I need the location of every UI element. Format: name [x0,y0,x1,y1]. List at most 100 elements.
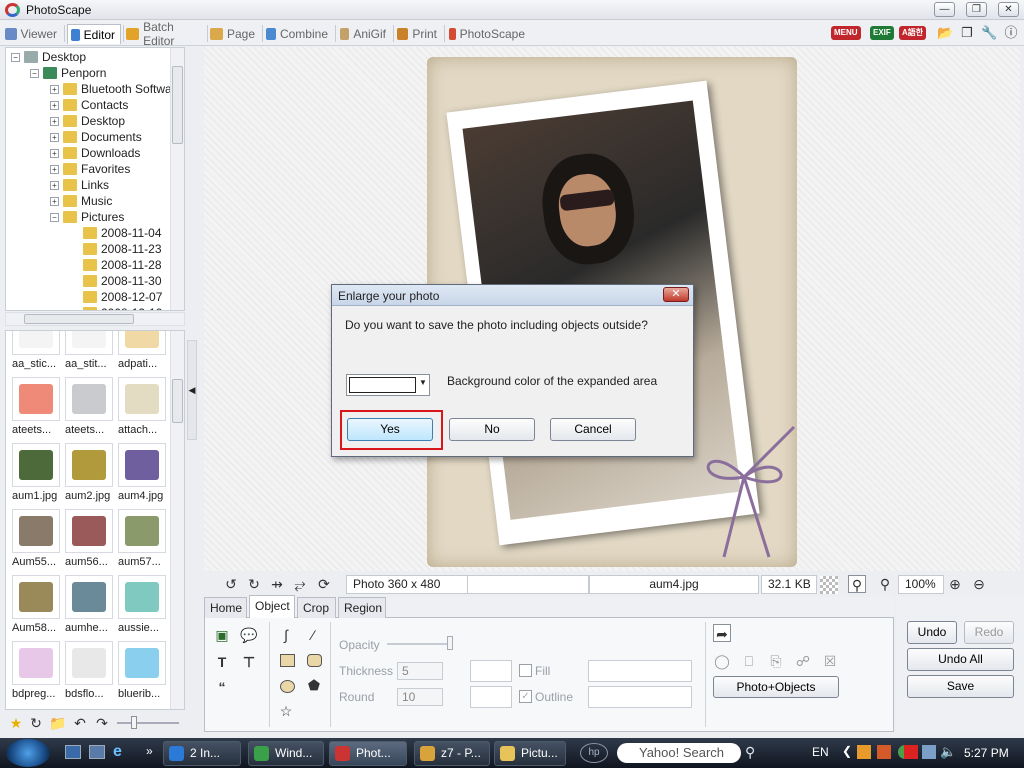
folder-tree[interactable]: − Desktop − Penporn + Bluetooth Software + Cont… [5,47,185,311]
folder-icon[interactable]: 📂 [937,25,953,41]
expand-toggle-icon[interactable]: + [50,84,59,94]
zoom-in-icon[interactable]: ⊕ [946,575,964,593]
panel-collapse-handle[interactable]: ◀ [187,340,197,440]
tree-item[interactable]: + Downloads [50,145,140,161]
thickness-spinner[interactable]: 5 [397,662,443,680]
tray-security-icon[interactable] [904,745,918,759]
opacity-slider-handle[interactable] [447,636,453,650]
transparency-icon[interactable] [820,576,838,594]
thumbnail-item[interactable]: aa_stit... [65,331,115,370]
tab-combine[interactable]: Combine [263,24,333,44]
tree-item[interactable]: − Desktop [11,49,86,65]
network-icon[interactable] [922,745,936,759]
panel-tab-crop[interactable]: Crop [297,597,336,618]
thumbnail-item[interactable]: Aum55... [12,509,62,568]
rotate-right-icon[interactable]: ↻ [245,575,263,593]
tree-item[interactable]: + Documents [50,129,142,145]
tools-icon[interactable]: 🔧 [981,25,997,41]
rotate-left-icon[interactable]: ↺ [222,575,240,593]
tree-item[interactable]: 2008-11-04 [70,225,162,241]
tray-app-icon[interactable] [857,745,871,759]
thumbnail-item[interactable]: aum57... [118,509,168,568]
tab-editor[interactable]: Editor [67,24,121,44]
maximize-button[interactable]: ❐ [966,2,987,17]
refresh-icon[interactable]: ↻ [27,714,45,732]
brush-icon[interactable]: ∫ [277,626,295,644]
thumbnail-item[interactable]: aum2.jpg [65,443,115,502]
thumb-size-slider[interactable] [117,722,179,724]
thumbnail-item[interactable]: adpati... [118,331,168,370]
tree-item[interactable]: 2008-12-10 [70,305,162,310]
thumbnail-item[interactable]: aum56... [65,509,115,568]
tree-item[interactable]: − Pictures [50,209,124,225]
photo-objects-button[interactable]: Photo+Objects [713,676,839,698]
volume-icon[interactable]: 🔈 [940,744,956,760]
back-arrow-icon[interactable]: ↶ [71,714,89,732]
insert-photo-icon[interactable]: ▣ [213,626,231,644]
expand-toggle-icon[interactable]: + [50,164,59,174]
tree-item[interactable]: + Bluetooth Software [50,81,182,97]
expand-toggle-icon[interactable]: + [50,116,59,126]
resize-icon[interactable]: ⥂ [291,575,309,593]
ellipse-icon[interactable] [280,680,295,693]
tree-item[interactable]: + Desktop [50,113,125,129]
tab-batch-editor[interactable]: Batch Editor [123,20,205,48]
rectangle-icon[interactable] [280,654,295,667]
expand-toggle-icon[interactable]: − [50,212,59,222]
panel-tab-home[interactable]: Home [204,597,247,618]
tree-horizontal-scrollbar[interactable] [5,312,185,326]
quicklaunch-more-icon[interactable]: » [146,744,153,758]
tab-anigif[interactable]: AniGif [337,24,391,44]
tab-photoscape[interactable]: PhotoScape [446,24,530,44]
outline-style-combo[interactable] [470,686,512,708]
switch-windows-icon[interactable] [89,745,105,759]
outline-checkbox[interactable]: ✓ [519,690,532,703]
actual-size-icon[interactable]: ⚲ [876,575,894,593]
tab-print[interactable]: Print [394,24,442,44]
copy-icon[interactable]: ❐ [959,25,975,41]
thumb-size-slider-handle[interactable] [131,716,137,729]
fill-color-combo[interactable] [588,660,692,682]
help-icon[interactable]: ⓘ [1003,25,1019,41]
thumbnail-item[interactable]: aumhe... [65,575,115,634]
speech-balloon-icon[interactable]: 💬 [240,626,258,644]
tree-item[interactable]: − Penporn [30,65,106,81]
object-layer-icon[interactable]: ◯ [713,652,731,670]
menu-badge[interactable]: MENU [831,26,861,40]
minimize-button[interactable]: — [934,2,955,17]
undo-button[interactable]: Undo [907,621,957,644]
show-desktop-icon[interactable] [65,745,81,759]
object-order-icon[interactable]: ⎘ [767,652,785,670]
fill-style-combo[interactable] [470,660,512,682]
open-folder-icon[interactable]: 📁 [49,714,67,732]
thumbnail-item[interactable]: Aum58... [12,575,62,634]
thumbnail-item[interactable]: ateets... [65,377,115,436]
redo-button[interactable]: Redo [964,621,1014,644]
expand-toggle-icon[interactable]: − [11,52,20,62]
language-indicator[interactable]: EN [812,745,829,759]
thumbnail-item[interactable]: aa_stic... [12,331,62,370]
tab-page[interactable]: Page [207,24,260,44]
close-button[interactable]: ✕ [998,2,1019,17]
panel-tab-region[interactable]: Region [338,597,386,618]
exif-badge[interactable]: EXIF [870,26,894,40]
line-icon[interactable]: ∕ [304,626,322,644]
polygon-icon[interactable]: ⬟ [305,676,323,694]
favorite-star-icon[interactable]: ★ [7,714,25,732]
expand-toggle-icon[interactable]: + [50,180,59,190]
thumbnail-item[interactable]: bdpreg... [12,641,62,700]
undo-all-button[interactable]: Undo All [907,648,1014,671]
text-icon[interactable]: T [213,653,231,671]
expand-toggle-icon[interactable]: − [30,68,39,78]
tree-vertical-scrollbar[interactable] [170,48,184,310]
object-copy-icon[interactable]: ⎕ [740,652,758,670]
thumbs-vertical-scrollbar[interactable] [170,331,184,709]
tree-item[interactable]: + Contacts [50,97,128,113]
taskbar-item[interactable]: Wind... [248,741,324,766]
taskbar-item[interactable]: z7 - P... [414,741,490,766]
tree-item[interactable]: + Favorites [50,161,130,177]
thumbnail-item[interactable]: bluerib... [118,641,168,700]
taskbar-item[interactable]: Pictu... [494,741,566,766]
star-icon[interactable]: ☆ [277,702,295,720]
clock[interactable]: 5:27 PM [964,746,1009,760]
